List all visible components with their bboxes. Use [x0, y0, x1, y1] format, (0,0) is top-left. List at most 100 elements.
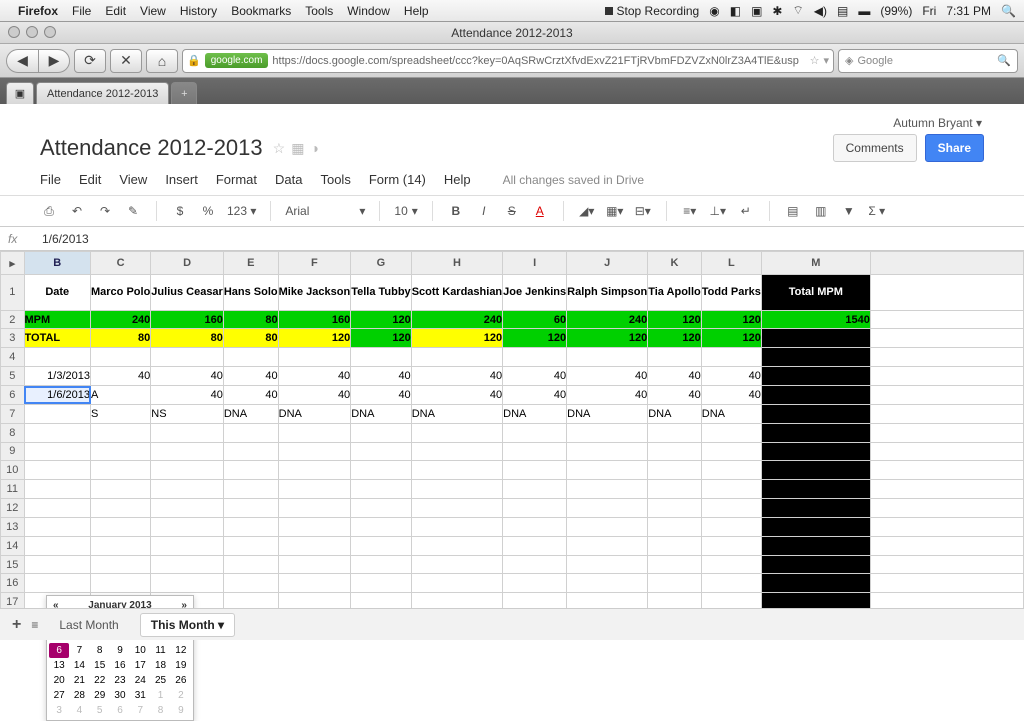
percent-icon[interactable]: % [199, 204, 217, 218]
row-12[interactable]: 12 [1, 499, 25, 518]
cell[interactable]: 120 [648, 329, 702, 348]
mac-menu-help[interactable]: Help [404, 4, 429, 18]
number-format[interactable]: 123 ▾ [227, 204, 256, 218]
cell[interactable] [503, 480, 567, 499]
cell[interactable] [503, 348, 567, 367]
cell[interactable] [701, 499, 761, 518]
cell[interactable] [870, 555, 1023, 574]
cell[interactable] [24, 348, 91, 367]
hdr-date[interactable]: Date [24, 275, 91, 311]
screen-icon[interactable]: ▣ [751, 4, 762, 18]
menu-file[interactable]: File [40, 172, 61, 187]
dp-day[interactable]: 6 [110, 703, 130, 718]
cell[interactable] [351, 461, 412, 480]
cell[interactable] [701, 461, 761, 480]
cell[interactable] [278, 536, 351, 555]
dp-day[interactable]: 26 [171, 673, 191, 688]
window-close[interactable] [8, 26, 20, 38]
cell[interactable] [151, 348, 224, 367]
dp-day[interactable]: 1 [150, 688, 170, 703]
selected-cell[interactable]: 1/6/2013 [24, 386, 91, 405]
row-10[interactable]: 10 [1, 461, 25, 480]
cell[interactable] [91, 461, 151, 480]
cell[interactable]: 120 [351, 329, 412, 348]
cell[interactable] [701, 555, 761, 574]
row-13[interactable]: 13 [1, 517, 25, 536]
cell[interactable] [91, 517, 151, 536]
cell[interactable] [870, 499, 1023, 518]
cell[interactable]: 40 [567, 386, 648, 405]
cell[interactable] [567, 423, 648, 442]
cell[interactable] [701, 574, 761, 593]
cell[interactable] [648, 555, 702, 574]
dp-day[interactable]: 19 [171, 658, 191, 673]
mac-menu-history[interactable]: History [180, 4, 217, 18]
cell[interactable]: 240 [567, 310, 648, 329]
cell[interactable]: A [91, 386, 151, 405]
cell[interactable] [351, 517, 412, 536]
cell[interactable] [870, 329, 1023, 348]
col-B[interactable]: B [24, 252, 91, 275]
cell[interactable] [648, 461, 702, 480]
merge-icon[interactable]: ⊟▾ [634, 204, 652, 218]
cell[interactable] [278, 517, 351, 536]
cell[interactable] [503, 536, 567, 555]
fill-color-icon[interactable]: ◢▾ [578, 204, 596, 218]
hdr-m[interactable]: Total MPM [761, 275, 870, 311]
spreadsheet[interactable]: ▸ B C D E F G H I J K L M 1 Date Marco P… [0, 251, 1024, 631]
cell[interactable] [648, 517, 702, 536]
dp-day[interactable]: 6 [49, 643, 69, 658]
cell[interactable] [761, 574, 870, 593]
home-button[interactable]: ⌂ [146, 49, 178, 73]
all-sheets-icon[interactable]: ≡ [31, 618, 38, 632]
cell[interactable] [567, 499, 648, 518]
cell[interactable] [567, 574, 648, 593]
cell[interactable] [761, 423, 870, 442]
cell[interactable] [761, 461, 870, 480]
cell[interactable] [648, 536, 702, 555]
dp-day[interactable]: 20 [49, 673, 69, 688]
cell[interactable] [701, 517, 761, 536]
dp-day[interactable]: 9 [110, 643, 130, 658]
cell[interactable]: 40 [151, 367, 224, 386]
cell[interactable]: 40 [223, 367, 278, 386]
cell[interactable] [151, 555, 224, 574]
cell[interactable] [411, 574, 502, 593]
url-dropdown-icon[interactable]: ▾ [823, 54, 829, 67]
hdr-f[interactable]: Mike Jackson [278, 275, 351, 311]
menu-tools[interactable]: Tools [320, 172, 350, 187]
cell[interactable]: DNA [278, 404, 351, 423]
cell[interactable] [91, 555, 151, 574]
cell[interactable]: 40 [278, 367, 351, 386]
cell[interactable] [24, 423, 91, 442]
cell[interactable] [91, 536, 151, 555]
chart-icon[interactable]: ▥ [812, 204, 830, 218]
paint-icon[interactable]: ✎ [124, 204, 142, 218]
dp-day[interactable]: 27 [49, 688, 69, 703]
cell[interactable]: S [91, 404, 151, 423]
cell[interactable] [648, 499, 702, 518]
cell[interactable] [648, 348, 702, 367]
halign-icon[interactable]: ≡▾ [681, 204, 699, 218]
cell[interactable] [278, 555, 351, 574]
row-1[interactable]: 1 [1, 275, 25, 311]
account-menu[interactable]: Autumn Bryant ▾ [40, 116, 984, 130]
col-L[interactable]: L [701, 252, 761, 275]
mac-menu-edit[interactable]: Edit [105, 4, 126, 18]
cell[interactable] [411, 423, 502, 442]
cell[interactable] [223, 423, 278, 442]
cell[interactable] [761, 536, 870, 555]
tab-attendance[interactable]: Attendance 2012-2013 [36, 82, 169, 104]
cell[interactable]: DNA [503, 404, 567, 423]
cell[interactable] [223, 499, 278, 518]
share-button[interactable]: Share [925, 134, 984, 162]
cell[interactable] [648, 442, 702, 461]
cell[interactable] [223, 536, 278, 555]
cell[interactable] [351, 555, 412, 574]
hdr-l[interactable]: Todd Parks [701, 275, 761, 311]
cell[interactable] [223, 555, 278, 574]
cell[interactable] [278, 480, 351, 499]
cell[interactable] [701, 536, 761, 555]
cell[interactable]: 40 [503, 386, 567, 405]
cell[interactable]: DNA [701, 404, 761, 423]
